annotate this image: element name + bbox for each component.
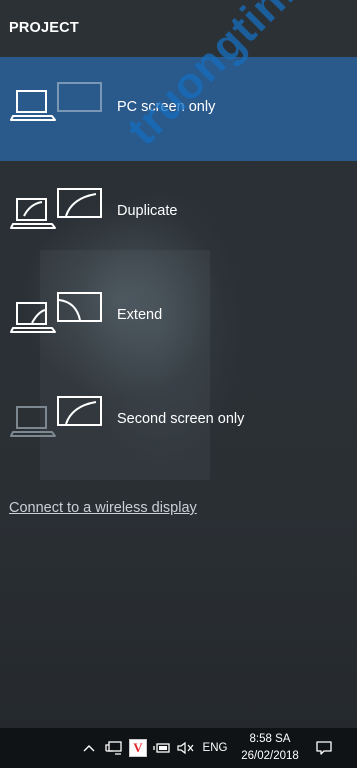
option-extend[interactable]: Extend [0, 265, 357, 369]
language-indicator[interactable]: ENG [200, 728, 230, 768]
chevron-up-icon[interactable] [80, 728, 98, 768]
option-second-screen-only[interactable]: Second screen only [0, 369, 357, 473]
option-label: Second screen only [117, 411, 245, 427]
notification-icon[interactable] [312, 728, 336, 768]
option-label: Extend [117, 307, 163, 323]
option-label: Duplicate [117, 203, 178, 219]
antivirus-letter: V [129, 739, 147, 757]
clock-time: 8:58 SA [249, 733, 291, 745]
volume-muted-icon[interactable] [176, 728, 196, 768]
antivirus-icon[interactable]: V [128, 728, 148, 768]
second-screen-only-icon [10, 396, 102, 437]
duplicate-icon [10, 188, 102, 229]
battery-icon[interactable] [152, 728, 172, 768]
taskbar: V ENG 8:58 SA 26/02/2018 [0, 728, 357, 768]
panel-title: PROJECT [9, 20, 79, 36]
clock-date: 26/02/2018 [241, 750, 299, 762]
network-icon[interactable] [104, 728, 124, 768]
extend-icon [10, 292, 102, 333]
option-duplicate[interactable]: Duplicate [0, 161, 357, 265]
pc-screen-only-icon [10, 82, 102, 121]
connect-wireless-display-link[interactable]: Connect to a wireless display [9, 500, 197, 516]
clock[interactable]: 8:58 SA 26/02/2018 [232, 731, 308, 765]
